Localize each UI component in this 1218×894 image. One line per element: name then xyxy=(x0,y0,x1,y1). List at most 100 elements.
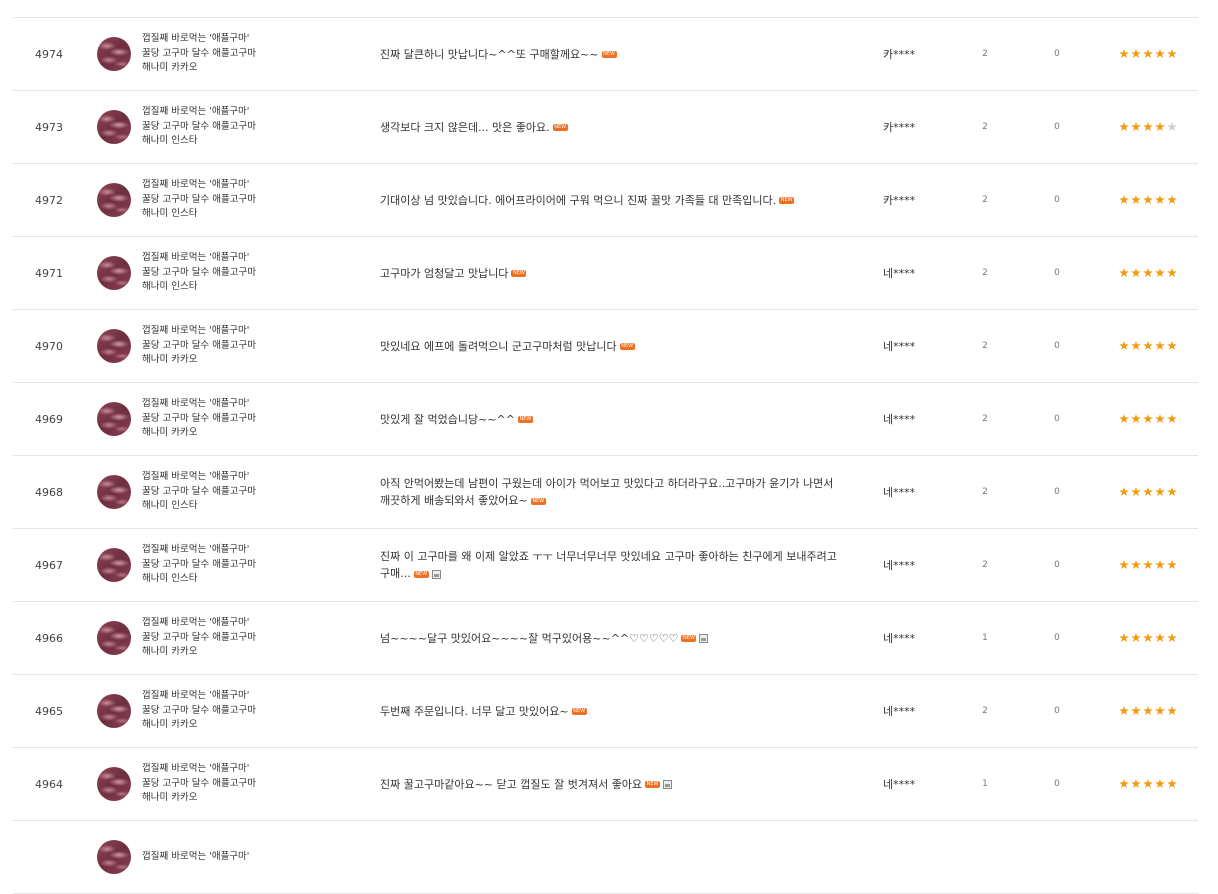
review-author xyxy=(883,821,943,893)
review-row[interactable]: 4973 껍질째 바로먹는 '애플구마' 꿀당 고구마 달수 애플고구마 해나미… xyxy=(13,91,1198,164)
view-count: 2 xyxy=(982,414,988,424)
star-filled-icon: ★ xyxy=(1118,411,1130,426)
review-row[interactable]: 4964 껍질째 바로먹는 '애플구마' 꿀당 고구마 달수 애플고구마 해나미… xyxy=(13,748,1198,821)
product-thumbnail[interactable] xyxy=(97,237,133,309)
review-number: 4964 xyxy=(35,777,63,791)
star-rating: ★ ★ ★ ★ ★ xyxy=(1113,456,1183,528)
review-content-link[interactable]: 기대이상 넘 맛있습니다. 에어프라이어에 구워 먹으니 진짜 꿀맛 가족들 대… xyxy=(380,164,840,236)
star-rating: ★ ★ ★ ★ ★ xyxy=(1113,164,1183,236)
new-badge: NEW xyxy=(619,343,635,350)
review-content-link[interactable]: 아직 안먹어봤는데 남편이 구웠는데 아이가 먹어보고 맛있다고 하더라구요..… xyxy=(380,456,840,528)
star-filled-icon: ★ xyxy=(1142,192,1154,207)
star-filled-icon: ★ xyxy=(1166,484,1178,499)
new-badge: NEW xyxy=(601,51,617,58)
product-name-line: 해나미 인스타 xyxy=(142,208,198,220)
product-thumbnail[interactable] xyxy=(97,748,133,820)
star-filled-icon: ★ xyxy=(1118,630,1130,645)
product-name[interactable]: 껍질째 바로먹는 '애플구마' 꿀당 고구마 달수 애플고구마 해나미 인스타 xyxy=(142,529,362,601)
review-author: 네**** xyxy=(883,486,916,499)
product-name-line: 껍질째 바로먹는 '애플구마' xyxy=(142,252,250,264)
product-name[interactable]: 껍질째 바로먹는 '애플구마' 꿀당 고구마 달수 애플고구마 해나미 카카오 xyxy=(142,383,362,455)
product-thumbnail[interactable] xyxy=(97,821,133,893)
product-thumbnail[interactable] xyxy=(97,529,133,601)
review-row[interactable]: 껍질째 바로먹는 '애플구마' xyxy=(13,821,1198,894)
product-thumbnail[interactable] xyxy=(97,456,133,528)
product-thumbnail[interactable] xyxy=(97,383,133,455)
review-content-link[interactable]: 진짜 이 고구마를 왜 이제 알았죠 ㅜㅜ 너무너무너무 맛있네요 고구마 좋아… xyxy=(380,529,840,601)
product-name[interactable]: 껍질째 바로먹는 '애플구마' 꿀당 고구마 달수 애플고구마 해나미 카카오 xyxy=(142,310,362,382)
review-row[interactable]: 4970 껍질째 바로먹는 '애플구마' 꿀당 고구마 달수 애플고구마 해나미… xyxy=(13,310,1198,383)
star-filled-icon: ★ xyxy=(1130,703,1142,718)
view-count: 2 xyxy=(982,560,988,570)
product-name[interactable]: 껍질째 바로먹는 '애플구마' 꿀당 고구마 달수 애플고구마 해나미 인스타 xyxy=(142,456,362,528)
review-content-link[interactable]: 맛있게 잘 먹었습니당~~^^ NEW xyxy=(380,383,840,455)
review-row[interactable]: 4971 껍질째 바로먹는 '애플구마' 꿀당 고구마 달수 애플고구마 해나미… xyxy=(13,237,1198,310)
sweet-potato-image xyxy=(97,694,131,728)
star-filled-icon: ★ xyxy=(1130,46,1142,61)
review-content-link[interactable]: 진짜 꿀고구마같아요~~ 닫고 껍질도 잘 벗겨져서 좋아요 NEW xyxy=(380,748,840,820)
view-count: 1 xyxy=(982,633,988,643)
view-count xyxy=(973,821,997,893)
new-badge: NEW xyxy=(517,416,533,423)
new-badge: NEW xyxy=(413,570,429,578)
product-thumbnail[interactable] xyxy=(97,164,133,236)
like-count: 0 xyxy=(1054,341,1060,351)
new-badge: NEW xyxy=(552,124,568,131)
product-name[interactable]: 껍질째 바로먹는 '애플구마' 꿀당 고구마 달수 애플고구마 해나미 카카오 xyxy=(142,748,362,820)
star-rating: ★ ★ ★ ★ ★ xyxy=(1113,18,1183,90)
product-name-line: 꿀당 고구마 달수 애플고구마 xyxy=(142,412,256,424)
product-name-line: 껍질째 바로먹는 '애플구마' xyxy=(142,179,250,191)
product-name[interactable]: 껍질째 바로먹는 '애플구마' 꿀당 고구마 달수 애플고구마 해나미 인스타 xyxy=(142,164,362,236)
star-filled-icon: ★ xyxy=(1130,411,1142,426)
product-name[interactable]: 껍질째 바로먹는 '애플구마' xyxy=(142,821,362,893)
sweet-potato-image xyxy=(97,840,131,874)
review-row[interactable]: 4966 껍질째 바로먹는 '애플구마' 꿀당 고구마 달수 애플고구마 해나미… xyxy=(13,602,1198,675)
star-filled-icon: ★ xyxy=(1166,630,1178,645)
review-author: 카**** xyxy=(883,194,916,207)
product-name[interactable]: 껍질째 바로먹는 '애플구마' 꿀당 고구마 달수 애플고구마 해나미 카카오 xyxy=(142,602,362,674)
star-filled-icon: ★ xyxy=(1130,630,1142,645)
sweet-potato-image xyxy=(97,183,131,217)
star-filled-icon: ★ xyxy=(1118,557,1130,572)
product-thumbnail[interactable] xyxy=(97,675,133,747)
review-content-link[interactable]: 고구마가 엄청달고 맛납니다 NEW xyxy=(380,237,840,309)
review-content-link[interactable]: 넘~~~~달구 맛있어요~~~~잘 먹구있어용~~^^♡♡♡♡♡ NEW xyxy=(380,602,840,674)
product-name[interactable]: 껍질째 바로먹는 '애플구마' 꿀당 고구마 달수 애플고구마 해나미 인스타 xyxy=(142,91,362,163)
review-number: 4973 xyxy=(35,120,63,134)
star-filled-icon: ★ xyxy=(1130,192,1142,207)
review-content-link[interactable] xyxy=(380,821,840,893)
product-name-line: 해나미 카카오 xyxy=(142,427,198,439)
star-filled-icon: ★ xyxy=(1142,46,1154,61)
review-text: 두번째 주문입니다. 너무 달고 맛있어요~ xyxy=(380,704,569,718)
review-row[interactable]: 4974 껍질째 바로먹는 '애플구마' 꿀당 고구마 달수 애플고구마 해나미… xyxy=(13,18,1198,91)
review-content-link[interactable]: 맛있네요 에프에 돌려먹으니 군고구마처럼 맛납니다 NEW xyxy=(380,310,840,382)
product-name-line: 해나미 인스타 xyxy=(142,281,198,293)
product-name[interactable]: 껍질째 바로먹는 '애플구마' 꿀당 고구마 달수 애플고구마 해나미 인스타 xyxy=(142,237,362,309)
star-filled-icon: ★ xyxy=(1142,776,1154,791)
review-row[interactable]: 4972 껍질째 바로먹는 '애플구마' 꿀당 고구마 달수 애플고구마 해나미… xyxy=(13,164,1198,237)
sweet-potato-image xyxy=(97,329,131,363)
review-content-link[interactable]: 두번째 주문입니다. 너무 달고 맛있어요~ NEW xyxy=(380,675,840,747)
product-name-line: 껍질째 바로먹는 '애플구마' xyxy=(142,690,250,702)
product-thumbnail[interactable] xyxy=(97,602,133,674)
review-row[interactable]: 4965 껍질째 바로먹는 '애플구마' 꿀당 고구마 달수 애플고구마 해나미… xyxy=(13,675,1198,748)
like-count: 0 xyxy=(1054,268,1060,278)
product-thumbnail[interactable] xyxy=(97,310,133,382)
star-filled-icon: ★ xyxy=(1166,46,1178,61)
sweet-potato-image xyxy=(97,767,131,801)
review-row[interactable]: 4967 껍질째 바로먹는 '애플구마' 꿀당 고구마 달수 애플고구마 해나미… xyxy=(13,529,1198,602)
review-content-link[interactable]: 진짜 달큰하니 맛납니다~^^또 구매할께요~~ NEW xyxy=(380,18,840,90)
product-name[interactable]: 껍질째 바로먹는 '애플구마' 꿀당 고구마 달수 애플고구마 해나미 카카오 xyxy=(142,675,362,747)
product-thumbnail[interactable] xyxy=(97,91,133,163)
star-rating: ★ ★ ★ ★ ★ xyxy=(1113,748,1183,820)
review-row[interactable]: 4969 껍질째 바로먹는 '애플구마' 꿀당 고구마 달수 애플고구마 해나미… xyxy=(13,383,1198,456)
product-thumbnail[interactable] xyxy=(97,18,133,90)
attached-image-icon xyxy=(663,780,673,789)
review-content-link[interactable]: 생각보다 크지 않은데... 맛은 좋아요. NEW xyxy=(380,91,840,163)
review-number: 4972 xyxy=(35,193,63,207)
star-filled-icon: ★ xyxy=(1142,703,1154,718)
review-row[interactable]: 4968 껍질째 바로먹는 '애플구마' 꿀당 고구마 달수 애플고구마 해나미… xyxy=(13,456,1198,529)
star-filled-icon: ★ xyxy=(1142,630,1154,645)
product-name[interactable]: 껍질째 바로먹는 '애플구마' 꿀당 고구마 달수 애플고구마 해나미 카카오 xyxy=(142,18,362,90)
sweet-potato-image xyxy=(97,548,131,582)
